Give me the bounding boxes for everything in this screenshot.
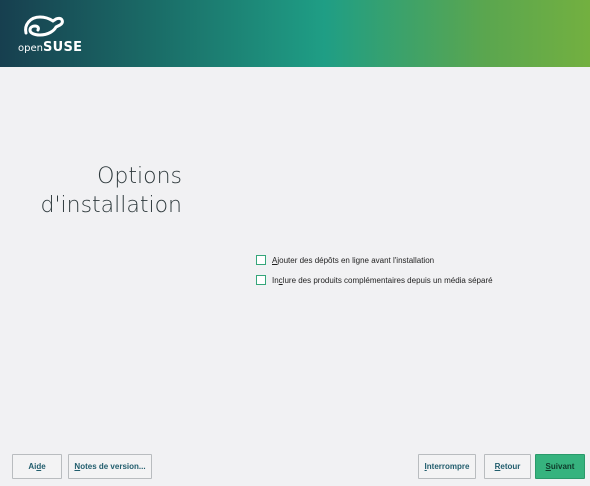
opensuse-logo: openSUSE (18, 13, 88, 59)
button-label: Ai (28, 462, 37, 471)
button-label: nterrompre (426, 462, 470, 471)
checkbox-include-addon-products[interactable] (256, 275, 266, 285)
option-label-text: In (272, 275, 279, 285)
option-label-text: jouter des dépôts en ligne avant l'insta… (277, 255, 435, 265)
button-label: otes de version... (80, 462, 146, 471)
back-button[interactable]: Retour (484, 454, 531, 479)
release-notes-button[interactable]: Notes de version... (68, 454, 152, 479)
option-label-text: lure des produits complémentaires depuis… (282, 275, 493, 285)
logo-text-suse: SUSE (42, 40, 83, 55)
next-button[interactable]: Suivant (535, 454, 585, 479)
option-add-online-repos[interactable]: Ajouter des dépôts en ligne avant l'inst… (256, 252, 493, 268)
button-label: uivant (550, 462, 575, 471)
option-include-addon-products[interactable]: Inclure des produits complémentaires dep… (256, 272, 493, 288)
abort-button[interactable]: Interrompre (418, 454, 476, 479)
button-label: e (41, 462, 46, 471)
opensuse-chameleon-icon (24, 15, 64, 37)
button-label: etour (500, 462, 521, 471)
installation-options: Ajouter des dépôts en ligne avant l'inst… (256, 252, 493, 292)
page-title: Options d'installation (40, 164, 183, 218)
option-label-add-online-repos: Ajouter des dépôts en ligne avant l'inst… (272, 256, 434, 265)
checkbox-add-online-repos[interactable] (256, 255, 266, 265)
opensuse-wordmark: openSUSE (18, 40, 82, 55)
option-label-include-addon-products: Inclure des produits complémentaires dep… (272, 276, 493, 285)
help-button[interactable]: Ai d e (12, 454, 62, 479)
logo-text-open: open (18, 43, 43, 54)
header-banner: openSUSE (0, 0, 590, 67)
